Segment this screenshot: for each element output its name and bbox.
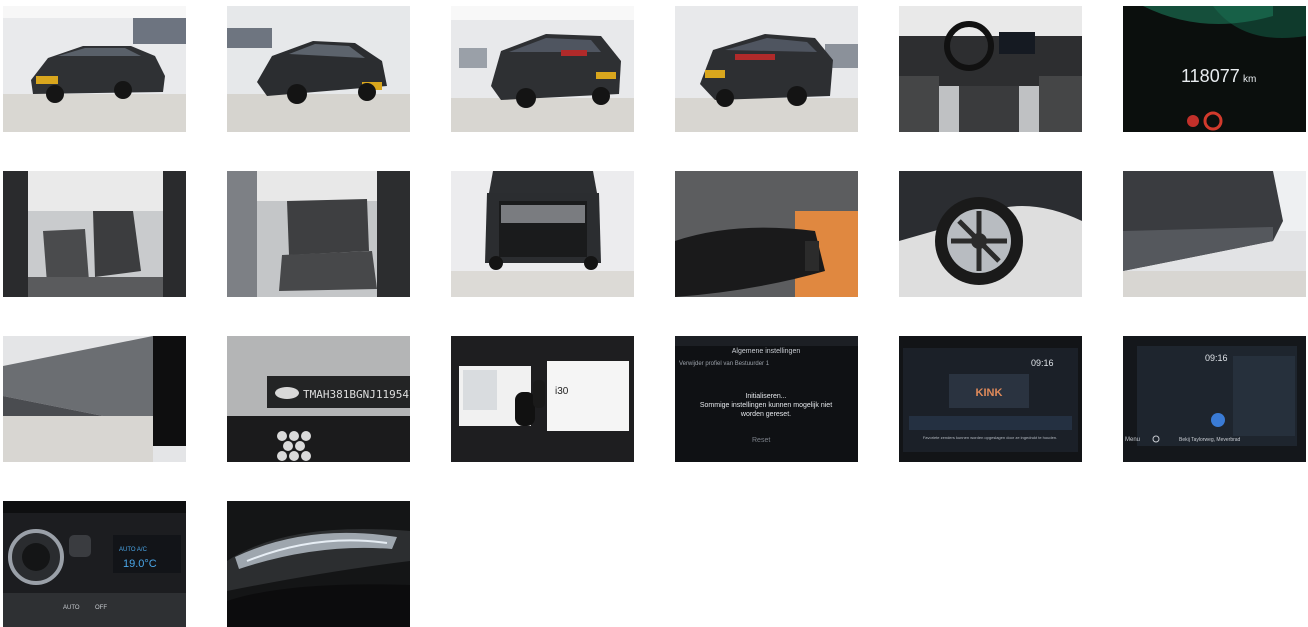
car-rear-left-photo bbox=[451, 6, 634, 132]
thumbnail-car-rear-right[interactable] bbox=[675, 6, 858, 132]
settings-heading: Algemene instellingen bbox=[732, 348, 801, 355]
infotainment-settings-photo: Algemene instellingen Verwijder profiel … bbox=[675, 336, 858, 462]
thumbnail-vin-plate[interactable]: TMAH381BGNJ119547 bbox=[227, 336, 410, 462]
thumbnail-instrument-cluster[interactable]: 118077 km bbox=[1123, 6, 1306, 132]
radio-footer: Favoriete zenders kunnen worden opgeslag… bbox=[923, 435, 1057, 440]
front-seats-photo bbox=[3, 171, 186, 297]
thumbnail-climate-control[interactable]: AUTO A/C 19.0°C AUTO OFF bbox=[3, 501, 186, 627]
radio-station: KINK bbox=[976, 387, 1003, 399]
settings-message-line2: Sommige instellingen kunnen mogelijk nie… bbox=[700, 402, 832, 409]
car-key-icon bbox=[515, 392, 535, 426]
fan-button[interactable] bbox=[69, 535, 91, 557]
side-panel-front-photo bbox=[3, 336, 186, 462]
keys-manual-photo: i30 bbox=[451, 336, 634, 462]
rear-seats-photo bbox=[227, 171, 410, 297]
thumbnail-rear-seats[interactable] bbox=[227, 171, 410, 297]
thumbnail-cargo-cover-bag[interactable] bbox=[675, 171, 858, 297]
nav-time: 09:16 bbox=[1205, 353, 1228, 363]
odometer-unit: km bbox=[1243, 74, 1256, 85]
thumbnail-car-rear-left[interactable] bbox=[451, 6, 634, 132]
car-front-left-angle-photo bbox=[227, 6, 410, 132]
thumbnail-side-panel-rear[interactable] bbox=[1123, 171, 1306, 297]
nav-position-icon bbox=[1211, 413, 1225, 427]
settings-message-line1: Initialiseren... bbox=[745, 393, 786, 400]
thumbnail-headlight-closeup[interactable] bbox=[227, 501, 410, 627]
thumbnail-car-front-left-angle[interactable] bbox=[227, 6, 410, 132]
settings-reset-button[interactable]: Reset bbox=[752, 437, 770, 444]
headlight-photo bbox=[227, 501, 410, 627]
car-front-left-photo bbox=[3, 6, 186, 132]
vin-text: TMAH381BGNJ119547 bbox=[303, 388, 410, 401]
odometer-value: 118077 bbox=[1181, 66, 1240, 86]
nav-menu-button[interactable]: Menu bbox=[1125, 437, 1140, 443]
thumbnail-alloy-wheel[interactable] bbox=[899, 171, 1082, 297]
climate-auto-button[interactable]: AUTO bbox=[63, 605, 80, 611]
thumbnail-navigation-screen[interactable]: 09:16 Menu Bekij Taylorweg, Meverbrad bbox=[1123, 336, 1306, 462]
climate-control-photo: AUTO A/C 19.0°C AUTO OFF bbox=[3, 501, 186, 627]
radio-time: 09:16 bbox=[1031, 358, 1054, 368]
thumbnail-open-trunk[interactable] bbox=[451, 171, 634, 297]
climate-off-button[interactable]: OFF bbox=[95, 605, 107, 611]
dashboard-photo bbox=[899, 6, 1082, 132]
thumbnail-side-panel-front[interactable] bbox=[3, 336, 186, 462]
climate-mode: AUTO A/C bbox=[119, 547, 148, 553]
climate-temperature: 19.0°C bbox=[123, 558, 157, 570]
thumbnail-front-seats[interactable] bbox=[3, 171, 186, 297]
seatbelt-warning-icon bbox=[1187, 115, 1199, 127]
radio-screen-photo: 09:16 KINK Favoriete zenders kunnen word… bbox=[899, 336, 1082, 462]
manual-label: i30 bbox=[555, 386, 569, 397]
cargo-cover-bag-photo bbox=[675, 171, 858, 297]
thumbnail-car-front-left[interactable] bbox=[3, 6, 186, 132]
open-trunk-photo bbox=[451, 171, 634, 297]
thumbnail-radio-screen[interactable]: 09:16 KINK Favoriete zenders kunnen word… bbox=[899, 336, 1082, 462]
thumbnail-dashboard-interior[interactable] bbox=[899, 6, 1082, 132]
side-panel-rear-photo bbox=[1123, 171, 1306, 297]
photo-gallery: 118077 km TMAH381BGNJ119547 i30 Algemene… bbox=[0, 0, 1308, 627]
instrument-cluster-photo: 118077 km bbox=[1123, 6, 1306, 132]
settings-message-line3: worden gereset. bbox=[740, 411, 791, 418]
thumbnail-infotainment-settings[interactable]: Algemene instellingen Verwijder profiel … bbox=[675, 336, 858, 462]
alloy-wheel-photo bbox=[899, 171, 1082, 297]
navigation-screen-photo: 09:16 Menu Bekij Taylorweg, Meverbrad bbox=[1123, 336, 1306, 462]
nav-address: Bekij Taylorweg, Meverbrad bbox=[1179, 437, 1241, 443]
car-rear-right-photo bbox=[675, 6, 858, 132]
vin-plate-photo: TMAH381BGNJ119547 bbox=[227, 336, 410, 462]
settings-profile-line: Verwijder profiel van Bestuurder 1 bbox=[679, 361, 770, 367]
thumbnail-keys-and-manual[interactable]: i30 bbox=[451, 336, 634, 462]
